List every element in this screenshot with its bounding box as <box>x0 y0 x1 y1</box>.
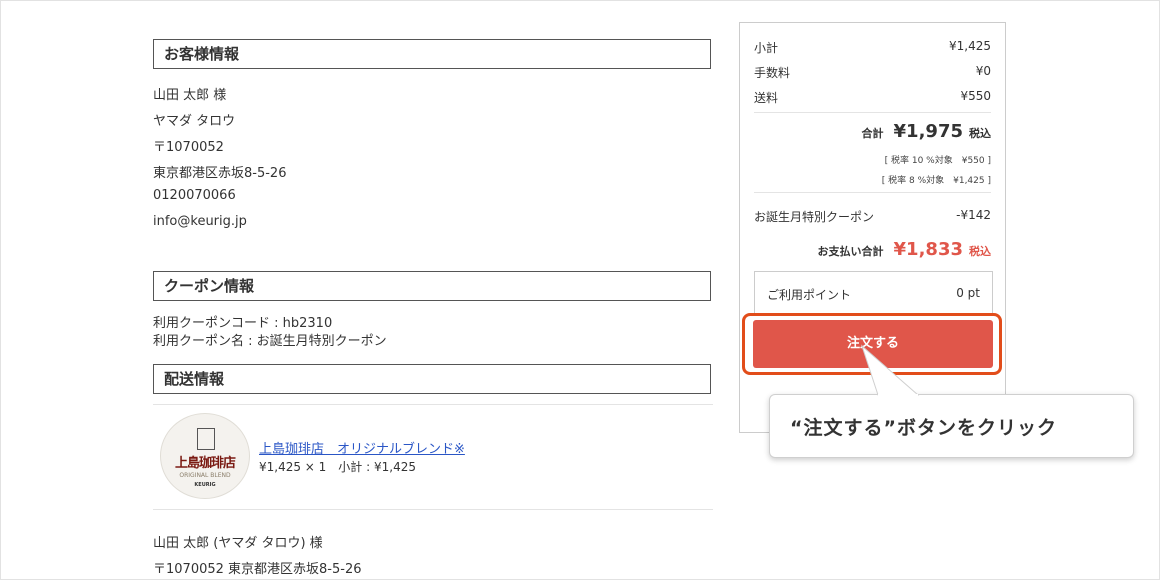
coupon-code: 利用クーポンコード : hb2310 <box>153 316 333 331</box>
payment-tax-note: 税込 <box>969 245 991 258</box>
payment-total-row: お支払い合計 ¥1,833 税込 <box>818 239 991 260</box>
delivery-info-heading: 配送情報 <box>153 364 711 394</box>
shipping-label: 送料 <box>754 91 779 105</box>
customer-postal: 〒1070052 <box>153 140 224 155</box>
product-price: ¥1,425 × 1 小計 : ¥1,425 <box>259 460 416 474</box>
tooltip-text: “注文する”ボタンをクリック <box>790 417 1057 439</box>
fee-label: 手数料 <box>754 66 791 80</box>
customer-info-heading: お客様情報 <box>153 39 711 69</box>
total-row: 合計 ¥1,975 税込 <box>862 121 991 142</box>
tax-10-line: [ 税率 10 %対象 ¥550 ] <box>884 156 991 166</box>
divider <box>153 404 713 405</box>
logo-maker: KEURIG <box>194 482 216 488</box>
coupon-name: 利用クーポン名 : お誕生月特別クーポン <box>153 334 387 349</box>
recipient-address: 〒1070052 東京都港区赤坂8-5-26 <box>153 562 362 577</box>
fee-value: ¥0 <box>975 64 991 78</box>
order-button-highlight <box>742 313 1002 375</box>
coupon-discount-value: -¥142 <box>956 208 991 222</box>
divider <box>153 509 713 510</box>
instruction-tooltip: “注文する”ボタンをクリック <box>769 394 1134 458</box>
product-logo: 上島珈琲店 ORIGINAL BLEND KEURIG <box>160 413 250 499</box>
points-value: 0 pt <box>956 286 980 300</box>
product-link[interactable]: 上島珈琲店 オリジナルブレンド※ <box>259 438 465 457</box>
coupon-info-heading: クーポン情報 <box>153 271 711 301</box>
points-box: ご利用ポイント 0 pt <box>754 271 993 316</box>
recipient-name: 山田 太郎 (ヤマダ タロウ) 様 <box>153 536 323 551</box>
points-label: ご利用ポイント <box>767 288 852 302</box>
payment-total-label: お支払い合計 <box>817 245 884 258</box>
customer-name: 山田 太郎 様 <box>153 88 227 103</box>
shipping-value: ¥550 <box>960 89 991 103</box>
customer-phone: 0120070066 <box>153 188 236 203</box>
subtotal-value: ¥1,425 <box>949 39 991 53</box>
total-tax-note: 税込 <box>969 127 991 140</box>
subtotal-label: 小計 <box>754 41 779 55</box>
logo-subtitle: ORIGINAL BLEND <box>179 472 231 479</box>
summary-divider <box>754 112 991 113</box>
coupon-discount-label: お誕生月特別クーポン <box>754 210 875 224</box>
logo-mark-icon <box>197 428 215 450</box>
summary-divider <box>754 192 991 193</box>
total-value: ¥1,975 <box>893 121 963 142</box>
customer-address: 東京都港区赤坂8-5-26 <box>153 166 287 181</box>
tax-8-line: [ 税率 8 %対象 ¥1,425 ] <box>881 176 991 186</box>
logo-brand: 上島珈琲店 <box>174 456 236 471</box>
customer-kana: ヤマダ タロウ <box>153 114 236 129</box>
customer-email: info@keurig.jp <box>153 214 247 229</box>
total-label: 合計 <box>861 127 884 140</box>
payment-total-value: ¥1,833 <box>893 239 963 260</box>
